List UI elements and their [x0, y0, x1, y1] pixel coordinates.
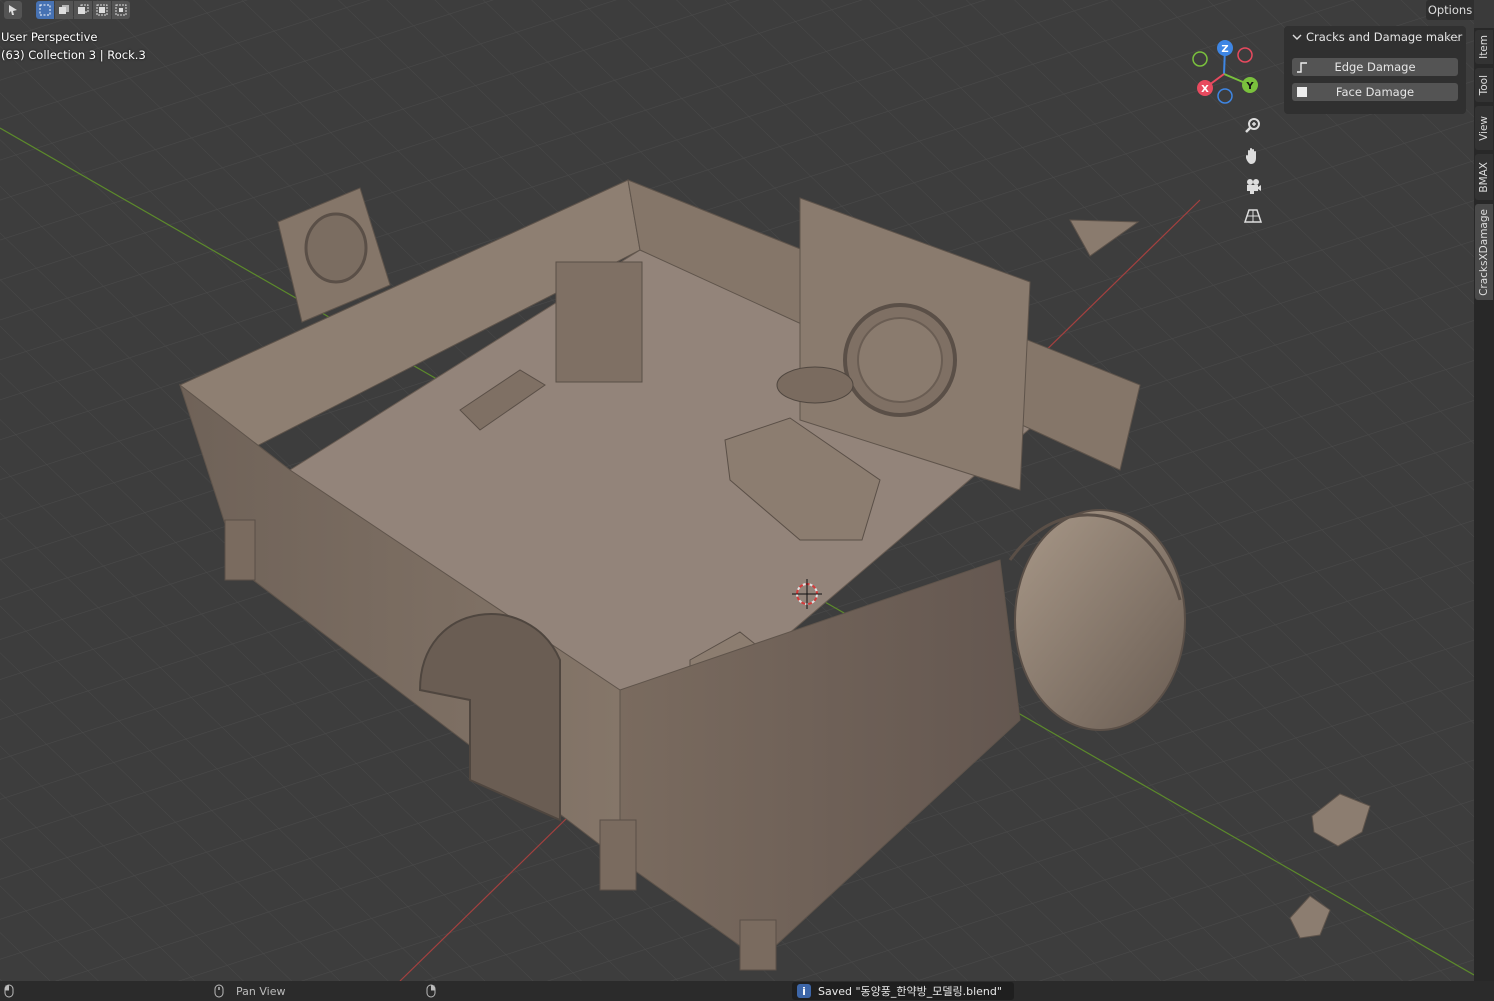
tab-cracksxdamage-label: CracksXDamage [1478, 208, 1490, 296]
select-subtract-button[interactable] [74, 1, 92, 19]
tab-tool-label: Tool [1478, 74, 1490, 96]
options-dropdown[interactable]: Options [1426, 0, 1474, 20]
tab-bmax-label: BMAX [1478, 161, 1490, 193]
edge-icon [1297, 62, 1307, 73]
zoom-magnifier-icon [1245, 118, 1260, 133]
zoom-button[interactable] [1240, 113, 1266, 139]
options-label: Options [1427, 3, 1473, 17]
camera-view-button[interactable] [1240, 173, 1266, 199]
status-right-mouse [426, 984, 436, 998]
pan-view-label: Pan View [236, 984, 286, 998]
tab-bmax[interactable]: BMAX [1475, 154, 1493, 200]
tab-cracksxdamage[interactable]: CracksXDamage [1475, 204, 1493, 300]
tab-item-label: Item [1478, 35, 1490, 59]
mouse-middle-icon [214, 984, 224, 998]
chandelier [776, 366, 854, 404]
z-axis-label: Z [1221, 44, 1228, 55]
sidebar-tabs: Item Tool View BMAX CracksXDamage [1474, 28, 1494, 981]
status-left-mouse [4, 984, 14, 998]
grid-perspective-icon [1243, 209, 1263, 223]
select-subtract-icon [78, 4, 89, 14]
x-axis-label: X [1201, 84, 1209, 95]
pan-button[interactable] [1240, 143, 1266, 169]
y-axis-label: Y [1245, 81, 1254, 92]
status-message-text: Saved "동양풍_한약방_모델링.blend" [818, 985, 1002, 998]
shelf [555, 261, 643, 383]
select-invert-icon [96, 4, 108, 16]
mouse-left-icon [4, 984, 14, 998]
collection-info-label: (63) Collection 3 | Rock.3 [1, 48, 146, 62]
status-pan-view: Pan View [214, 984, 285, 998]
toolbar-left [4, 1, 22, 19]
select-intersect-button[interactable] [112, 1, 130, 19]
3d-viewport[interactable]: User Perspective (63) Collection 3 | Roc… [0, 0, 1474, 981]
camera-icon [1247, 179, 1261, 194]
status-bar: Pan View i Saved "동양풍_한약방_모델링.blend" [0, 981, 1494, 1001]
tab-item[interactable]: Item [1475, 30, 1493, 64]
neg-y-axis-icon[interactable] [1192, 51, 1208, 67]
chevron-down-icon [1292, 34, 1302, 40]
mouse-right-icon [426, 984, 436, 998]
tab-tool[interactable]: Tool [1475, 68, 1493, 102]
tab-view[interactable]: View [1475, 106, 1493, 150]
select-tool-button[interactable] [4, 1, 22, 19]
edge-damage-label: Edge Damage [1334, 60, 1416, 74]
select-intersect-icon [115, 4, 127, 16]
drag-grip-icon[interactable]: :::: [1445, 34, 1460, 43]
neg-z-axis-icon[interactable] [1217, 88, 1233, 104]
selection-mode-group [36, 1, 130, 19]
cracks-damage-panel: Cracks and Damage maker :::: Edge Damage… [1284, 26, 1466, 114]
select-box-icon [39, 4, 51, 16]
face-damage-button[interactable]: Face Damage [1292, 83, 1458, 101]
view-name-label: User Perspective [1, 30, 98, 44]
pillar-right [739, 919, 777, 971]
face-icon [1297, 87, 1307, 97]
info-icon: i [797, 984, 811, 998]
edge-damage-button[interactable]: Edge Damage [1292, 58, 1458, 76]
pillar-front [599, 819, 637, 891]
tab-view-label: View [1478, 115, 1490, 141]
cursor-arrow-icon [9, 5, 17, 15]
select-extend-button[interactable] [55, 1, 73, 19]
pillar-left [224, 519, 256, 581]
panel-header[interactable]: Cracks and Damage maker [1292, 30, 1462, 44]
panel-title: Cracks and Damage maker [1306, 30, 1463, 44]
neg-x-axis-icon[interactable] [1237, 47, 1253, 63]
select-extend-icon [59, 5, 69, 14]
perspective-toggle-button[interactable] [1240, 203, 1266, 229]
hand-icon [1246, 148, 1256, 164]
select-new-button[interactable] [36, 1, 54, 19]
select-invert-button[interactable] [93, 1, 111, 19]
face-damage-label: Face Damage [1335, 85, 1415, 99]
navigation-gizmo[interactable]: Z Y X [1190, 38, 1262, 106]
status-message[interactable]: i Saved "동양풍_한약방_모델링.blend" [792, 982, 1014, 1000]
